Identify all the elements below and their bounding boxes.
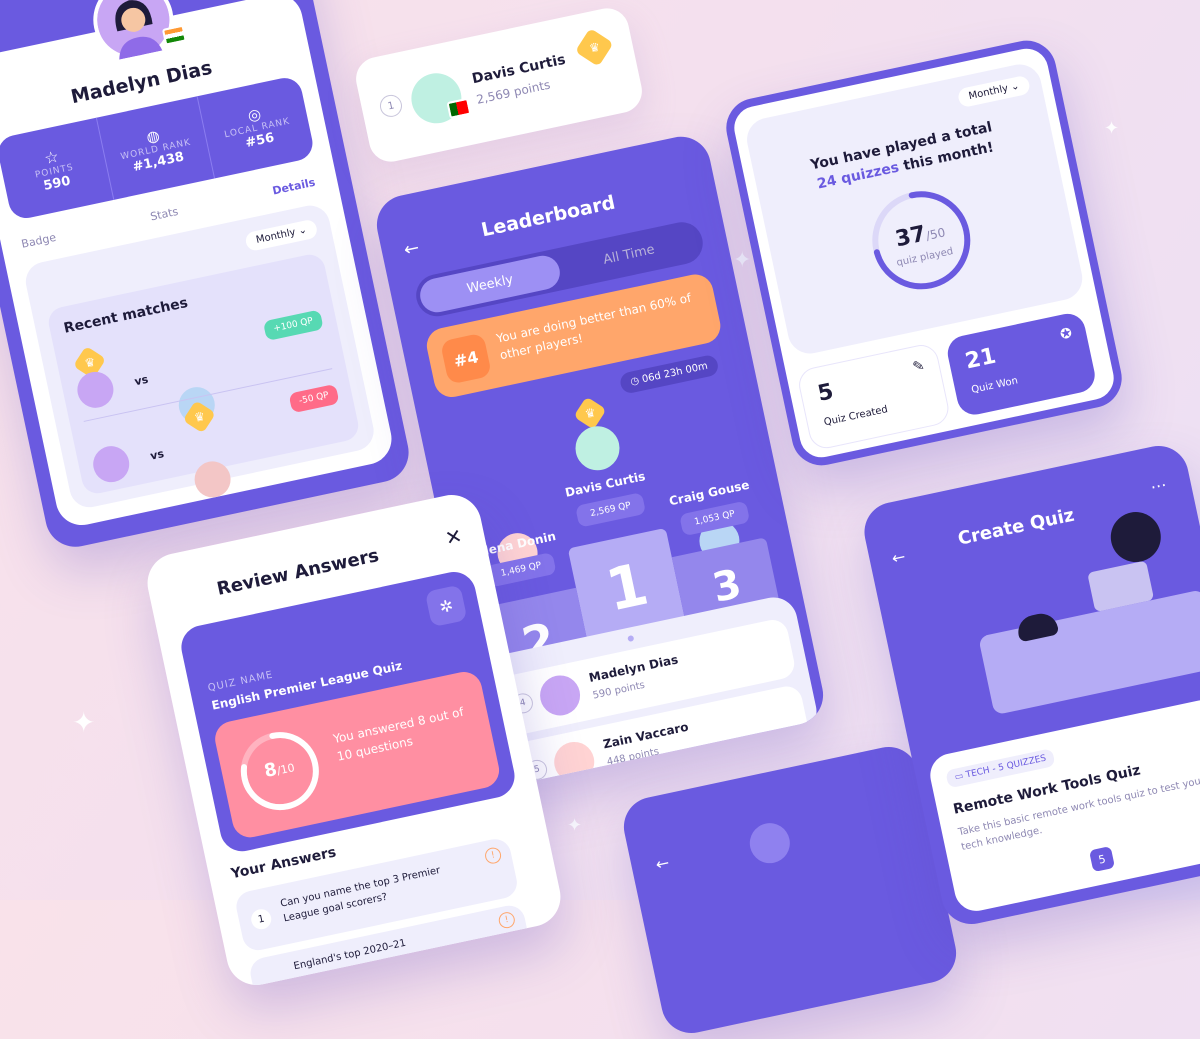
sparkle-icon: ✦ bbox=[733, 248, 752, 273]
sheet-handle bbox=[627, 634, 635, 643]
sparkle-icon: ✦ bbox=[1104, 118, 1120, 139]
vs-label: vs bbox=[149, 447, 166, 463]
match-result-badge: +100 QP bbox=[262, 309, 324, 342]
dribbble-shot-canvas: ✦ ✦ ✦ ✦ ✦ Madelyn Dias ☆ POINTS bbox=[0, 0, 1200, 1039]
question-number: 1 bbox=[249, 907, 274, 932]
created-label: Quiz Created bbox=[823, 404, 889, 429]
avatar bbox=[85, 0, 187, 68]
puzzle-icon[interactable]: ✲ bbox=[424, 584, 468, 628]
pencil-icon: ✎ bbox=[911, 357, 927, 376]
sparkle-icon: ✦ bbox=[567, 815, 583, 836]
profile-card: Madelyn Dias ☆ POINTS 590 ◍ WORLD RANK #… bbox=[0, 0, 397, 530]
portugal-flag-icon bbox=[446, 97, 472, 119]
partial-phone: ← bbox=[618, 741, 962, 1039]
dropdown-label: Monthly bbox=[967, 83, 1010, 103]
won-label: Quiz Won bbox=[970, 375, 1019, 396]
quiz-card[interactable]: ▭ TECH - 5 QUIZZES Remote Work Tools Qui… bbox=[926, 696, 1200, 915]
back-arrow-icon[interactable]: ← bbox=[654, 853, 671, 874]
created-count: 5 bbox=[815, 379, 836, 407]
rank-badge: #4 bbox=[439, 332, 493, 385]
first-place-points: 2,569 QP bbox=[575, 492, 647, 528]
crown-icon: ♛ bbox=[573, 396, 607, 430]
crown-icon: ♛ bbox=[574, 28, 614, 67]
vs-label: vs bbox=[133, 372, 150, 389]
tab-badge[interactable]: Badge bbox=[20, 231, 57, 251]
player-name: Davis Curtis bbox=[470, 51, 568, 88]
world-rank-stat: ◍ WORLD RANK #1,438 bbox=[96, 96, 216, 200]
warning-icon: ! bbox=[483, 846, 503, 866]
rank-number: 1 bbox=[377, 92, 405, 119]
stats-summary: Monthly ⌄ You have played a total 24 qui… bbox=[742, 60, 1087, 358]
player-avatar bbox=[550, 738, 598, 786]
score-text: You answered 8 out of 10 questions bbox=[331, 704, 465, 764]
more-icon[interactable]: ⋯ bbox=[1149, 475, 1169, 497]
player-name: Madelyn Dias bbox=[587, 652, 680, 685]
warning-icon: ! bbox=[497, 910, 517, 930]
match-result-badge: -50 QP bbox=[288, 383, 340, 414]
played-total: /50 bbox=[924, 225, 947, 244]
first-place-avatar bbox=[571, 422, 624, 475]
banner-text: You are doing better than 60% of other p… bbox=[495, 290, 693, 363]
tab-details[interactable]: Details bbox=[271, 176, 316, 198]
quiz-summary-card: ✲ QUIZ NAME English Premier League Quiz … bbox=[177, 567, 519, 856]
chevron-down-icon: ⌄ bbox=[297, 224, 308, 238]
local-rank-stat: ◎ LOCAL RANK #56 bbox=[198, 75, 316, 179]
recent-matches-title: Recent matches bbox=[62, 294, 190, 337]
player-avatar bbox=[536, 671, 584, 720]
player-name: Zain Vaccaro bbox=[601, 719, 690, 752]
recent-matches-card: Recent matches ♛ vs +100 QP ♛ vs -50 QP bbox=[45, 251, 362, 501]
profile-phone: Madelyn Dias ☆ POINTS 590 ◍ WORLD RANK #… bbox=[0, 0, 415, 553]
countdown-timer: ◷ 06d 23h 00m bbox=[618, 353, 720, 395]
player-avatar bbox=[74, 368, 117, 412]
sparkle-icon: ✦ bbox=[72, 706, 96, 739]
timer-text: 06d 23h 00m bbox=[641, 360, 709, 386]
trophy-icon: ✪ bbox=[1058, 325, 1074, 344]
illustration-figure bbox=[746, 819, 794, 867]
top-player-card[interactable]: 1 Davis Curtis 2,569 points ♛ bbox=[352, 4, 646, 166]
player-points: 448 points bbox=[605, 746, 661, 769]
player-avatar bbox=[89, 442, 133, 486]
india-flag-icon bbox=[161, 24, 187, 46]
won-count: 21 bbox=[963, 343, 999, 375]
page-indicator[interactable]: 5 bbox=[1088, 846, 1116, 873]
player-points: 590 points bbox=[591, 679, 646, 702]
score-total: /10 bbox=[275, 761, 296, 778]
chevron-down-icon: ⌄ bbox=[1006, 80, 1021, 94]
tag-label: TECH - 5 QUIZZES bbox=[965, 753, 1048, 781]
opponent-avatar bbox=[191, 458, 234, 501]
close-icon[interactable]: ✕ bbox=[443, 523, 464, 550]
quiz-created-card[interactable]: 5 Quiz Created ✎ bbox=[795, 341, 952, 452]
dropdown-label: Monthly bbox=[255, 226, 297, 246]
player-avatar bbox=[406, 68, 472, 128]
monthly-dropdown[interactable]: Monthly ⌄ bbox=[957, 74, 1032, 109]
points-stat: ☆ POINTS 590 bbox=[0, 117, 114, 222]
question-text: Can you name the top 3 Premier League go… bbox=[279, 865, 442, 925]
stats-phone: Monthly ⌄ You have played a total 24 qui… bbox=[720, 35, 1128, 471]
quiz-won-card[interactable]: 21 Quiz Won ✪ bbox=[944, 310, 1099, 418]
sofa-illustration bbox=[978, 589, 1200, 716]
monthly-dropdown[interactable]: Monthly ⌄ bbox=[244, 218, 319, 252]
tab-stats[interactable]: Stats bbox=[149, 205, 179, 224]
matches-panel: Monthly ⌄ Recent matches ♛ vs +100 QP ♛ bbox=[22, 201, 378, 511]
